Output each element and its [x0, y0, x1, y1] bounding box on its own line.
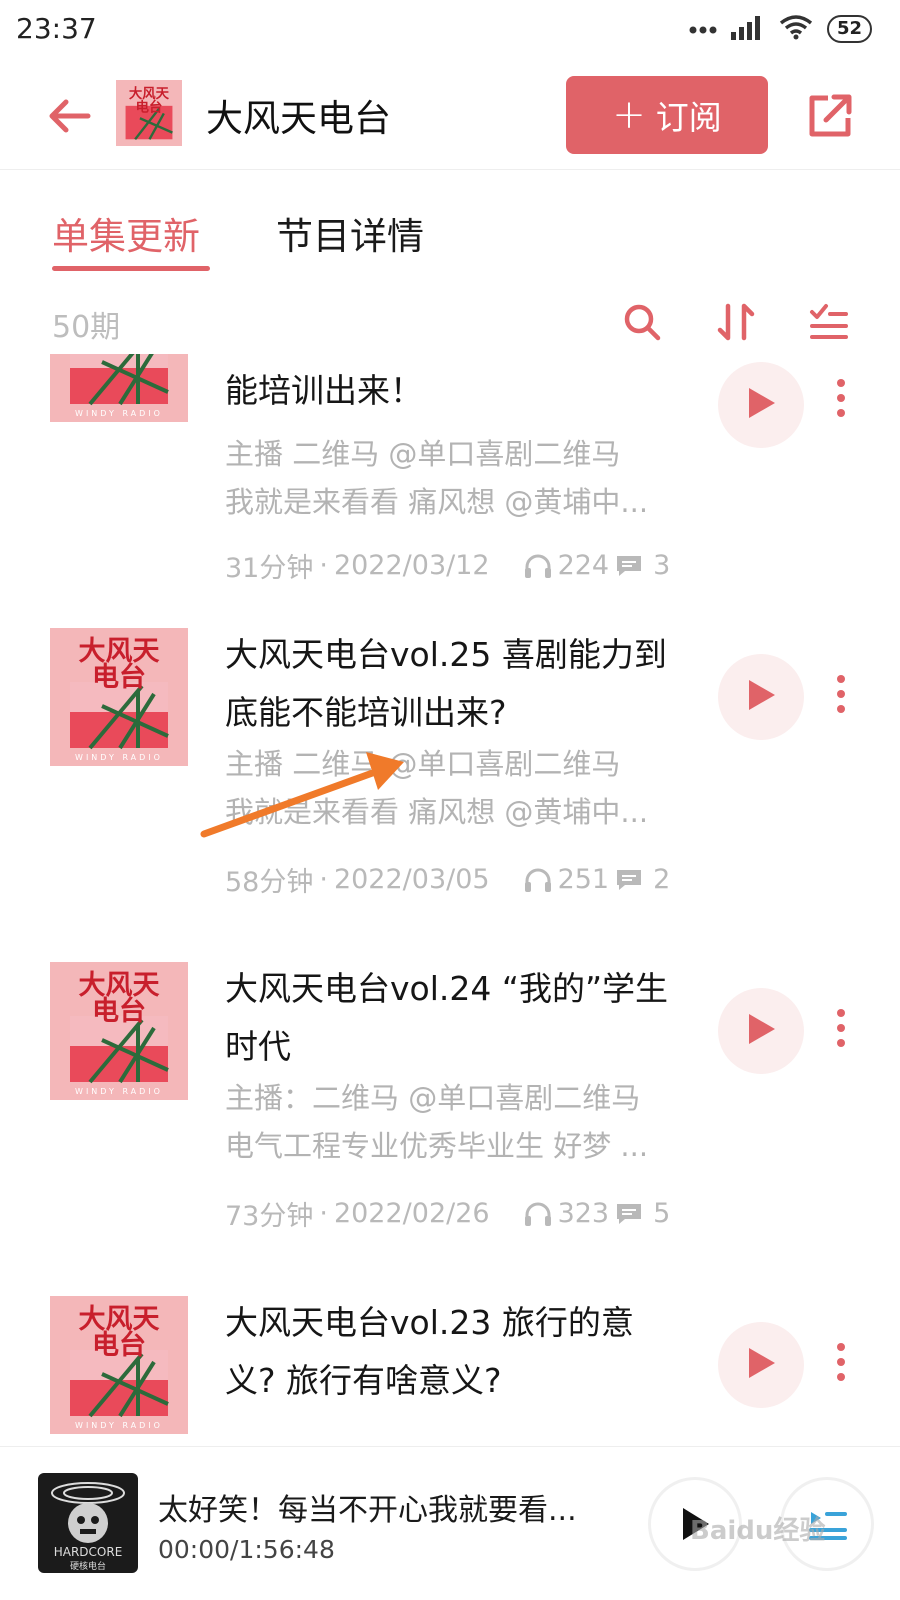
headphones-icon	[524, 1201, 552, 1227]
cellular-signal-icon	[730, 14, 765, 44]
tab-program-details[interactable]: 节目详情	[276, 206, 424, 260]
svg-text:硬核电台: 硬核电台	[70, 1560, 106, 1572]
sort-icon	[717, 303, 755, 341]
play-button[interactable]	[718, 362, 804, 448]
episode-item[interactable]: 大风天 电台 WINDY RADIO 大风天电台vol.25 喜剧能力到底能不能培训…	[0, 628, 900, 968]
episode-hosts: 主播 二维马 @单口喜剧二维马	[225, 747, 621, 781]
search-icon	[624, 304, 661, 341]
play-count: 323	[557, 1198, 610, 1229]
more-options-button[interactable]	[826, 666, 856, 726]
episode-title: 能培训出来！	[225, 371, 423, 410]
now-playing-title: 太好笑！每当不开心我就要看...	[158, 1493, 577, 1528]
comment-count: 3	[653, 550, 671, 581]
episode-meta: 31分钟 · 2022/03/12 224 3	[225, 546, 670, 585]
episode-cover: 大风天电台WINDY RADIO	[50, 354, 188, 422]
signal-dots-icon	[689, 20, 717, 39]
episode-title: 大风天电台vol.25 喜剧能力到底能不能培训出来?	[225, 635, 667, 732]
episode-item[interactable]: 大风天电台WINDY RADIO 能培训出来！ 主播 二维马 @单口喜剧二维马 …	[0, 354, 900, 584]
more-options-button[interactable]	[826, 1000, 856, 1060]
episode-date: 2022/03/05	[333, 864, 490, 895]
svg-text:WINDY RADIO: WINDY RADIO	[75, 1087, 163, 1096]
play-icon	[745, 1346, 777, 1384]
checklist-icon	[810, 304, 848, 339]
more-vertical-icon	[836, 378, 846, 422]
play-icon	[745, 1012, 777, 1050]
svg-text:WINDY RADIO: WINDY RADIO	[75, 1421, 163, 1430]
episode-cover: 大风天电台WINDY RADIO	[50, 1296, 188, 1434]
episode-item[interactable]: 大风天 电台 WINDY RADIO 大风天电台vol.24 “我的”学生时代 主播…	[0, 962, 900, 1302]
now-playing-cover[interactable]: HARDCORE 硬核电台	[38, 1473, 138, 1573]
more-vertical-icon	[836, 674, 846, 718]
play-icon	[745, 678, 777, 716]
sort-button[interactable]	[714, 300, 758, 344]
subscribe-button[interactable]: + 订阅	[566, 76, 768, 154]
subscribe-label: 订阅	[655, 98, 722, 137]
episode-count: 50期	[52, 310, 121, 345]
episode-date: 2022/02/26	[333, 1198, 490, 1229]
status-bar: 23:37 52	[0, 0, 900, 62]
episode-meta: 58分钟 · 2022/03/05 251 2	[225, 860, 670, 899]
episode-title: 大风天电台vol.24 “我的”学生时代	[225, 969, 669, 1066]
comment-icon	[615, 868, 643, 892]
status-time: 23:37	[16, 12, 97, 45]
play-count: 251	[557, 864, 610, 895]
svg-text:电台: 电台	[136, 99, 163, 116]
episode-guests: 我就是来看看 痛风想 @黄埔中...	[225, 795, 649, 829]
svg-text:电台: 电台	[92, 661, 146, 693]
comment-icon	[615, 554, 643, 578]
multi-select-button[interactable]	[806, 300, 850, 344]
share-button[interactable]	[800, 86, 860, 146]
svg-text:WINDY RADIO: WINDY RADIO	[75, 409, 163, 418]
play-button[interactable]	[718, 654, 804, 740]
list-toolbar: 50期	[0, 290, 900, 354]
comment-count: 2	[653, 864, 671, 895]
share-icon	[809, 94, 852, 137]
play-button[interactable]	[718, 988, 804, 1074]
active-tab-indicator	[52, 266, 210, 271]
now-playing-time: 00:00/1:56:48	[158, 1535, 335, 1564]
episode-meta: 73分钟 · 2022/02/26 323 5	[225, 1194, 670, 1233]
svg-text:电台: 电台	[92, 995, 146, 1027]
comment-count: 5	[653, 1198, 671, 1229]
plus-icon: +	[612, 92, 646, 138]
status-icons: 52	[689, 14, 872, 44]
episode-guests: 我就是来看看 痛风想 @黄埔中...	[225, 485, 649, 519]
headphones-icon	[524, 867, 552, 893]
more-vertical-icon	[836, 1008, 846, 1052]
header: 大风天 电台 大风天电台 + 订阅	[0, 62, 900, 170]
svg-text:HARDCORE: HARDCORE	[54, 1545, 123, 1559]
episode-cover: 大风天电台WINDY RADIO	[50, 628, 188, 766]
page-title: 大风天电台	[206, 97, 391, 140]
episode-title: 大风天电台vol.23 旅行的意义? 旅行有啥意义?	[225, 1303, 634, 1400]
play-count: 224	[557, 550, 610, 581]
more-options-button[interactable]	[826, 1334, 856, 1394]
back-arrow-icon	[49, 99, 91, 133]
episode-guests: 电气工程专业优秀毕业生 好梦 ...	[225, 1129, 649, 1163]
episode-hosts: 主播 二维马 @单口喜剧二维马	[225, 437, 621, 471]
episode-duration: 31分钟	[225, 553, 314, 584]
episode-date: 2022/03/12	[333, 550, 490, 581]
podcast-cover-thumbnail: 大风天 电台	[116, 80, 182, 146]
episode-cover: 大风天电台WINDY RADIO	[50, 962, 188, 1100]
search-button[interactable]	[620, 300, 664, 344]
episode-duration: 73分钟	[225, 1201, 314, 1232]
play-button[interactable]	[718, 1322, 804, 1408]
play-icon	[745, 386, 777, 424]
back-button[interactable]	[42, 88, 98, 144]
episode-list[interactable]: 大风天电台WINDY RADIO 能培训出来！ 主播 二维马 @单口喜剧二维马 …	[0, 354, 900, 1446]
battery-icon: 52	[826, 15, 872, 43]
more-vertical-icon	[836, 1342, 846, 1386]
episode-duration: 58分钟	[225, 867, 314, 898]
wifi-icon	[779, 14, 813, 44]
watermark: Baidu经验	[690, 1516, 826, 1546]
svg-text:WINDY RADIO: WINDY RADIO	[75, 753, 163, 762]
episode-item[interactable]: 大风天 电台 WINDY RADIO 大风天电台vol.23 旅行的意义? 旅行有啥…	[0, 1296, 900, 1446]
comment-icon	[615, 1202, 643, 1226]
tab-episode-updates[interactable]: 单集更新	[52, 206, 200, 260]
tab-bar: 单集更新 节目详情	[0, 170, 900, 280]
episode-hosts: 主播：二维马 @单口喜剧二维马	[225, 1081, 641, 1115]
more-options-button[interactable]	[826, 370, 856, 430]
svg-text:电台: 电台	[92, 1329, 146, 1361]
headphones-icon	[524, 553, 552, 579]
